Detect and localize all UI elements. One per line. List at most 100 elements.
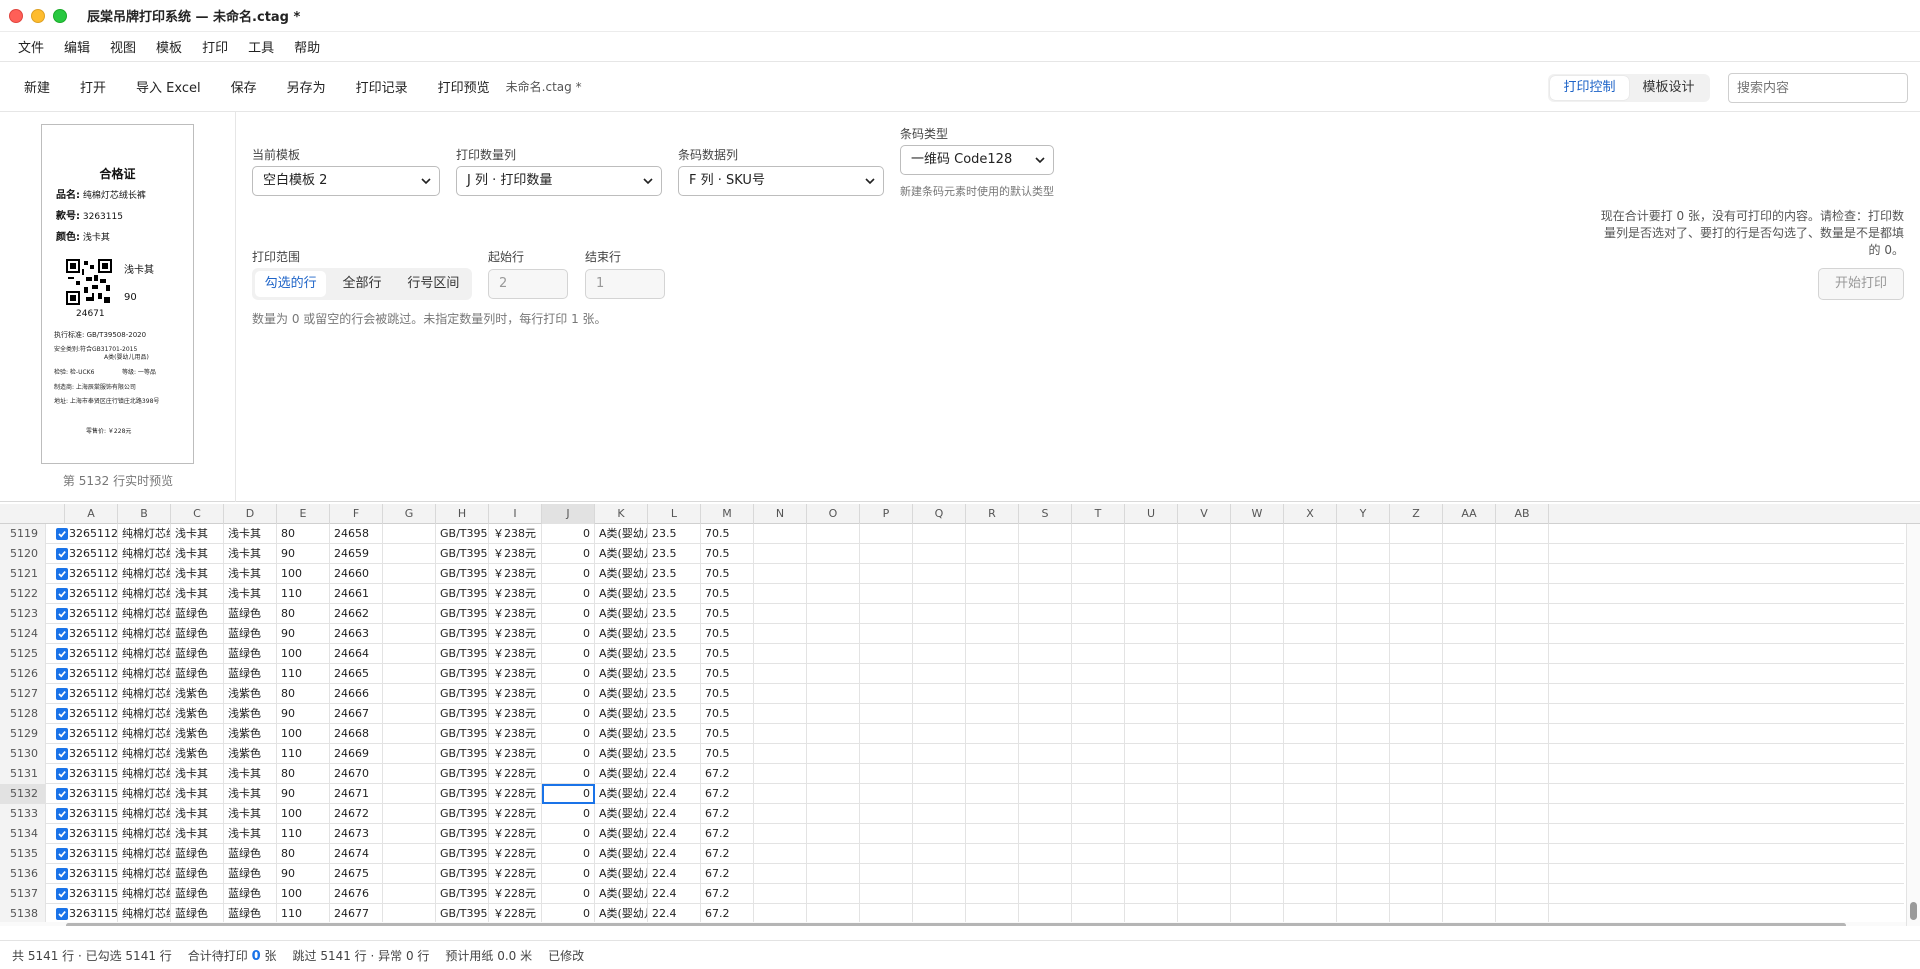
- cell-y[interactable]: [1337, 904, 1390, 924]
- cell-d[interactable]: 浅卡其: [224, 804, 277, 824]
- cell-f[interactable]: 24668: [330, 724, 383, 744]
- row-number[interactable]: 5127: [0, 684, 46, 704]
- cell-l[interactable]: 22.4: [648, 804, 701, 824]
- cell-ab[interactable]: [1496, 524, 1549, 544]
- cell-m[interactable]: 70.5: [701, 744, 754, 764]
- cell-a[interactable]: 3265112: [65, 684, 118, 704]
- cell-c[interactable]: 蓝绿色: [171, 904, 224, 924]
- cell-w[interactable]: [1231, 824, 1284, 844]
- cell-o[interactable]: [807, 764, 860, 784]
- cell-j[interactable]: 0: [542, 684, 595, 704]
- barcode-type-select[interactable]: 一维码 Code128: [900, 145, 1054, 175]
- cell-f[interactable]: 24676: [330, 884, 383, 904]
- cell-b[interactable]: 纯棉灯芯绒: [118, 604, 171, 624]
- cell-aa[interactable]: [1443, 704, 1496, 724]
- cell-aa[interactable]: [1443, 844, 1496, 864]
- cell-o[interactable]: [807, 584, 860, 604]
- cell-f[interactable]: 24675: [330, 864, 383, 884]
- cell-u[interactable]: [1125, 704, 1178, 724]
- cell-h[interactable]: GB/T39508: [436, 744, 489, 764]
- cell-p[interactable]: [860, 724, 913, 744]
- cell-l[interactable]: 23.5: [648, 544, 701, 564]
- cell-ab[interactable]: [1496, 724, 1549, 744]
- cell-n[interactable]: [754, 884, 807, 904]
- column-header-m[interactable]: M: [701, 504, 754, 524]
- cell-aa[interactable]: [1443, 864, 1496, 884]
- cell-l[interactable]: 23.5: [648, 624, 701, 644]
- cell-h[interactable]: GB/T39508: [436, 844, 489, 864]
- menu-template[interactable]: 模板: [156, 37, 182, 56]
- cell-x[interactable]: [1284, 584, 1337, 604]
- cell-h[interactable]: GB/T39508: [436, 864, 489, 884]
- cell-j[interactable]: 0: [542, 704, 595, 724]
- cell-v[interactable]: [1178, 764, 1231, 784]
- row-number[interactable]: 5126: [0, 664, 46, 684]
- cell-d[interactable]: 浅紫色: [224, 684, 277, 704]
- cell-ab[interactable]: [1496, 664, 1549, 684]
- cell-b[interactable]: 纯棉灯芯绒: [118, 904, 171, 924]
- cell-p[interactable]: [860, 604, 913, 624]
- cell-d[interactable]: 浅卡其: [224, 544, 277, 564]
- cell-z[interactable]: [1390, 564, 1443, 584]
- cell-o[interactable]: [807, 824, 860, 844]
- cell-ab[interactable]: [1496, 564, 1549, 584]
- range-all-rows[interactable]: 全部行: [326, 271, 397, 297]
- cell-t[interactable]: [1072, 644, 1125, 664]
- cell-aa[interactable]: [1443, 724, 1496, 744]
- cell-d[interactable]: 浅卡其: [224, 564, 277, 584]
- cell-t[interactable]: [1072, 524, 1125, 544]
- cell-r[interactable]: [966, 784, 1019, 804]
- cell-y[interactable]: [1337, 724, 1390, 744]
- cell-y[interactable]: [1337, 604, 1390, 624]
- cell-k[interactable]: A类(婴幼儿: [595, 684, 648, 704]
- column-header-h[interactable]: H: [436, 504, 489, 524]
- cell-d[interactable]: 浅卡其: [224, 524, 277, 544]
- table-row[interactable]: 51323263115纯棉灯芯绒浅卡其浅卡其9024671GB/T39508￥2…: [0, 784, 1904, 804]
- end-row-input[interactable]: 1: [585, 269, 665, 299]
- cell-l[interactable]: 22.4: [648, 864, 701, 884]
- cell-b[interactable]: 纯棉灯芯绒: [118, 564, 171, 584]
- cell-j[interactable]: 0: [542, 864, 595, 884]
- table-row[interactable]: 51243265112纯棉灯芯绒蓝绿色蓝绿色9024663GB/T39508￥2…: [0, 624, 1904, 644]
- cell-d[interactable]: 蓝绿色: [224, 604, 277, 624]
- cell-w[interactable]: [1231, 704, 1284, 724]
- cell-m[interactable]: 70.5: [701, 724, 754, 744]
- cell-g[interactable]: [383, 864, 436, 884]
- cell-k[interactable]: A类(婴幼儿: [595, 764, 648, 784]
- cell-c[interactable]: 蓝绿色: [171, 884, 224, 904]
- cell-w[interactable]: [1231, 904, 1284, 924]
- cell-c[interactable]: 浅卡其: [171, 564, 224, 584]
- cell-e[interactable]: 80: [277, 764, 330, 784]
- cell-b[interactable]: 纯棉灯芯绒: [118, 664, 171, 684]
- cell-s[interactable]: [1019, 604, 1072, 624]
- cell-l[interactable]: 22.4: [648, 884, 701, 904]
- cell-w[interactable]: [1231, 544, 1284, 564]
- cell-t[interactable]: [1072, 764, 1125, 784]
- cell-w[interactable]: [1231, 784, 1284, 804]
- cell-b[interactable]: 纯棉灯芯绒: [118, 644, 171, 664]
- cell-e[interactable]: 90: [277, 704, 330, 724]
- cell-s[interactable]: [1019, 744, 1072, 764]
- cell-x[interactable]: [1284, 524, 1337, 544]
- row-number[interactable]: 5120: [0, 544, 46, 564]
- cell-m[interactable]: 67.2: [701, 824, 754, 844]
- row-number[interactable]: 5128: [0, 704, 46, 724]
- cell-s[interactable]: [1019, 864, 1072, 884]
- cell-c[interactable]: 蓝绿色: [171, 844, 224, 864]
- column-header-n[interactable]: N: [754, 504, 807, 524]
- column-header-z[interactable]: Z: [1390, 504, 1443, 524]
- cell-a[interactable]: 3265112: [65, 564, 118, 584]
- cell-ab[interactable]: [1496, 604, 1549, 624]
- row-number[interactable]: 5136: [0, 864, 46, 884]
- cell-q[interactable]: [913, 684, 966, 704]
- cell-z[interactable]: [1390, 764, 1443, 784]
- cell-l[interactable]: 23.5: [648, 604, 701, 624]
- cell-f[interactable]: 24660: [330, 564, 383, 584]
- cell-n[interactable]: [754, 524, 807, 544]
- cell-o[interactable]: [807, 664, 860, 684]
- cell-f[interactable]: 24670: [330, 764, 383, 784]
- cell-l[interactable]: 23.5: [648, 704, 701, 724]
- cell-j[interactable]: 0: [542, 744, 595, 764]
- table-row[interactable]: 51193265112纯棉灯芯绒浅卡其浅卡其8024658GB/T39508￥2…: [0, 524, 1904, 544]
- cell-aa[interactable]: [1443, 624, 1496, 644]
